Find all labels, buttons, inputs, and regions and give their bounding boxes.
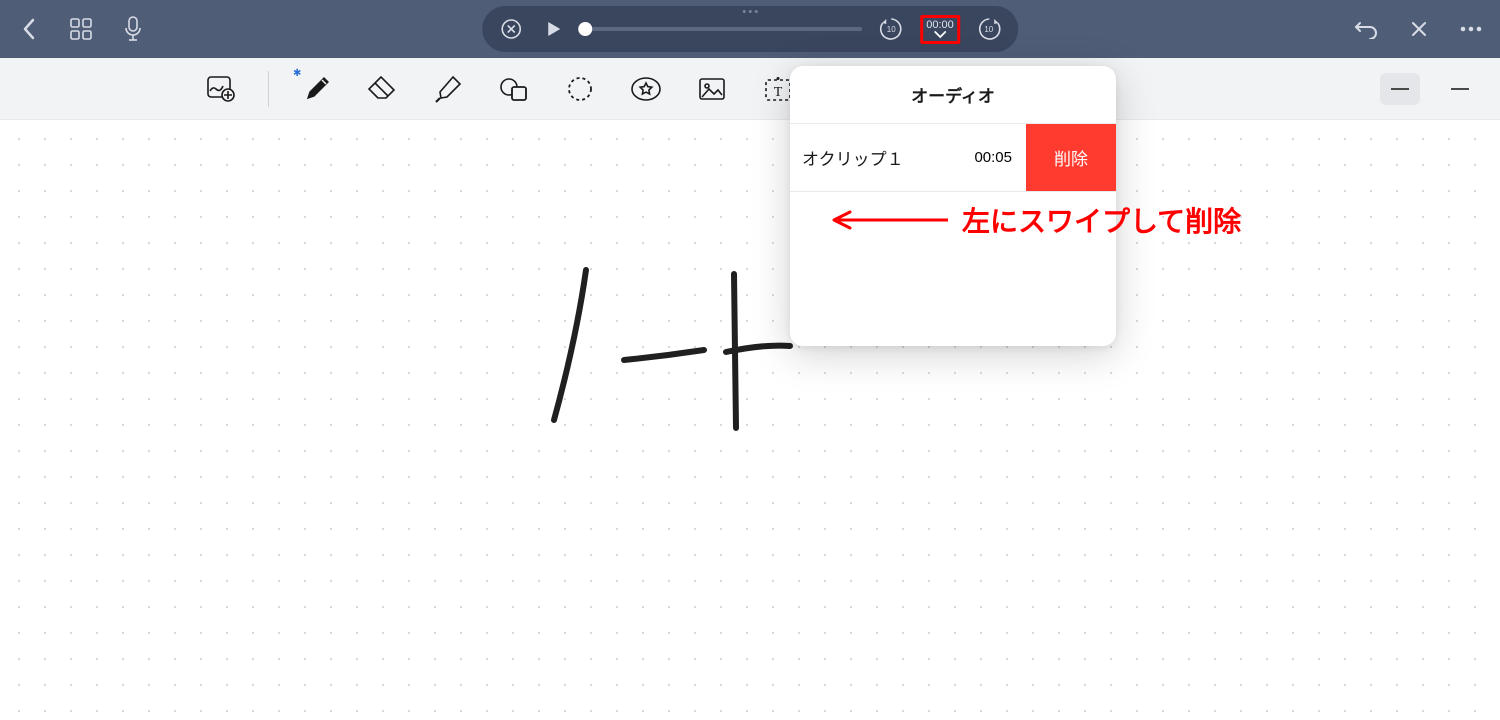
cut-close-button[interactable] [1402, 12, 1436, 46]
playback-progress-slider[interactable] [582, 27, 862, 31]
highlighter-tool[interactable] [429, 70, 467, 108]
skip-back-amount: 10 [887, 25, 896, 34]
audio-clip-duration: 00:05 [974, 149, 1012, 166]
play-button[interactable] [540, 16, 566, 42]
chevron-down-icon [933, 31, 947, 39]
handwriting-stroke [504, 260, 804, 440]
audio-clip-row[interactable]: オクリップ１ 00:05 削除 [790, 124, 1116, 192]
audio-clip-name: オクリップ１ [802, 145, 904, 170]
toolbar-separator [268, 71, 269, 107]
eraser-tool[interactable] [363, 70, 401, 108]
back-button[interactable] [12, 12, 46, 46]
audio-popover: オーディオ オクリップ１ 00:05 削除 [790, 66, 1116, 346]
note-canvas[interactable] [0, 120, 1500, 720]
add-content-tool[interactable] [202, 70, 240, 108]
skip-back-10-button[interactable]: 10 [878, 16, 904, 42]
popover-title: オーディオ [790, 66, 1116, 124]
favorites-tool[interactable] [627, 70, 665, 108]
microphone-button[interactable] [116, 12, 150, 46]
more-options-button[interactable] [1454, 12, 1488, 46]
minus-icon [1391, 88, 1409, 90]
top-nav-bar: 10 00:00 10 [0, 0, 1500, 58]
close-playback-button[interactable] [498, 16, 524, 42]
apps-grid-button[interactable] [64, 12, 98, 46]
shapes-tool[interactable] [495, 70, 533, 108]
svg-text:T: T [774, 85, 783, 100]
playback-time: 00:00 [926, 20, 954, 31]
drag-handle-dots[interactable] [743, 10, 758, 13]
bluetooth-indicator-icon: ✱ [293, 68, 301, 79]
playback-control-pill: 10 00:00 10 [482, 6, 1018, 52]
playback-time-dropdown[interactable]: 00:00 [920, 15, 960, 44]
skip-forward-10-button[interactable]: 10 [976, 16, 1002, 42]
delete-clip-button[interactable]: 削除 [1026, 124, 1116, 191]
undo-button[interactable] [1350, 12, 1384, 46]
progress-knob[interactable] [578, 22, 592, 36]
minus-icon [1451, 88, 1469, 90]
tools-toolbar: ✱ T [0, 58, 1500, 120]
image-tool[interactable] [693, 70, 731, 108]
lasso-select-tool[interactable] [561, 70, 599, 108]
skip-fwd-amount: 10 [984, 25, 993, 34]
page-tab-button-2[interactable] [1440, 73, 1480, 105]
page-tab-button-1[interactable] [1380, 73, 1420, 105]
pen-tool[interactable]: ✱ [297, 70, 335, 108]
popover-empty-area [790, 192, 1116, 346]
